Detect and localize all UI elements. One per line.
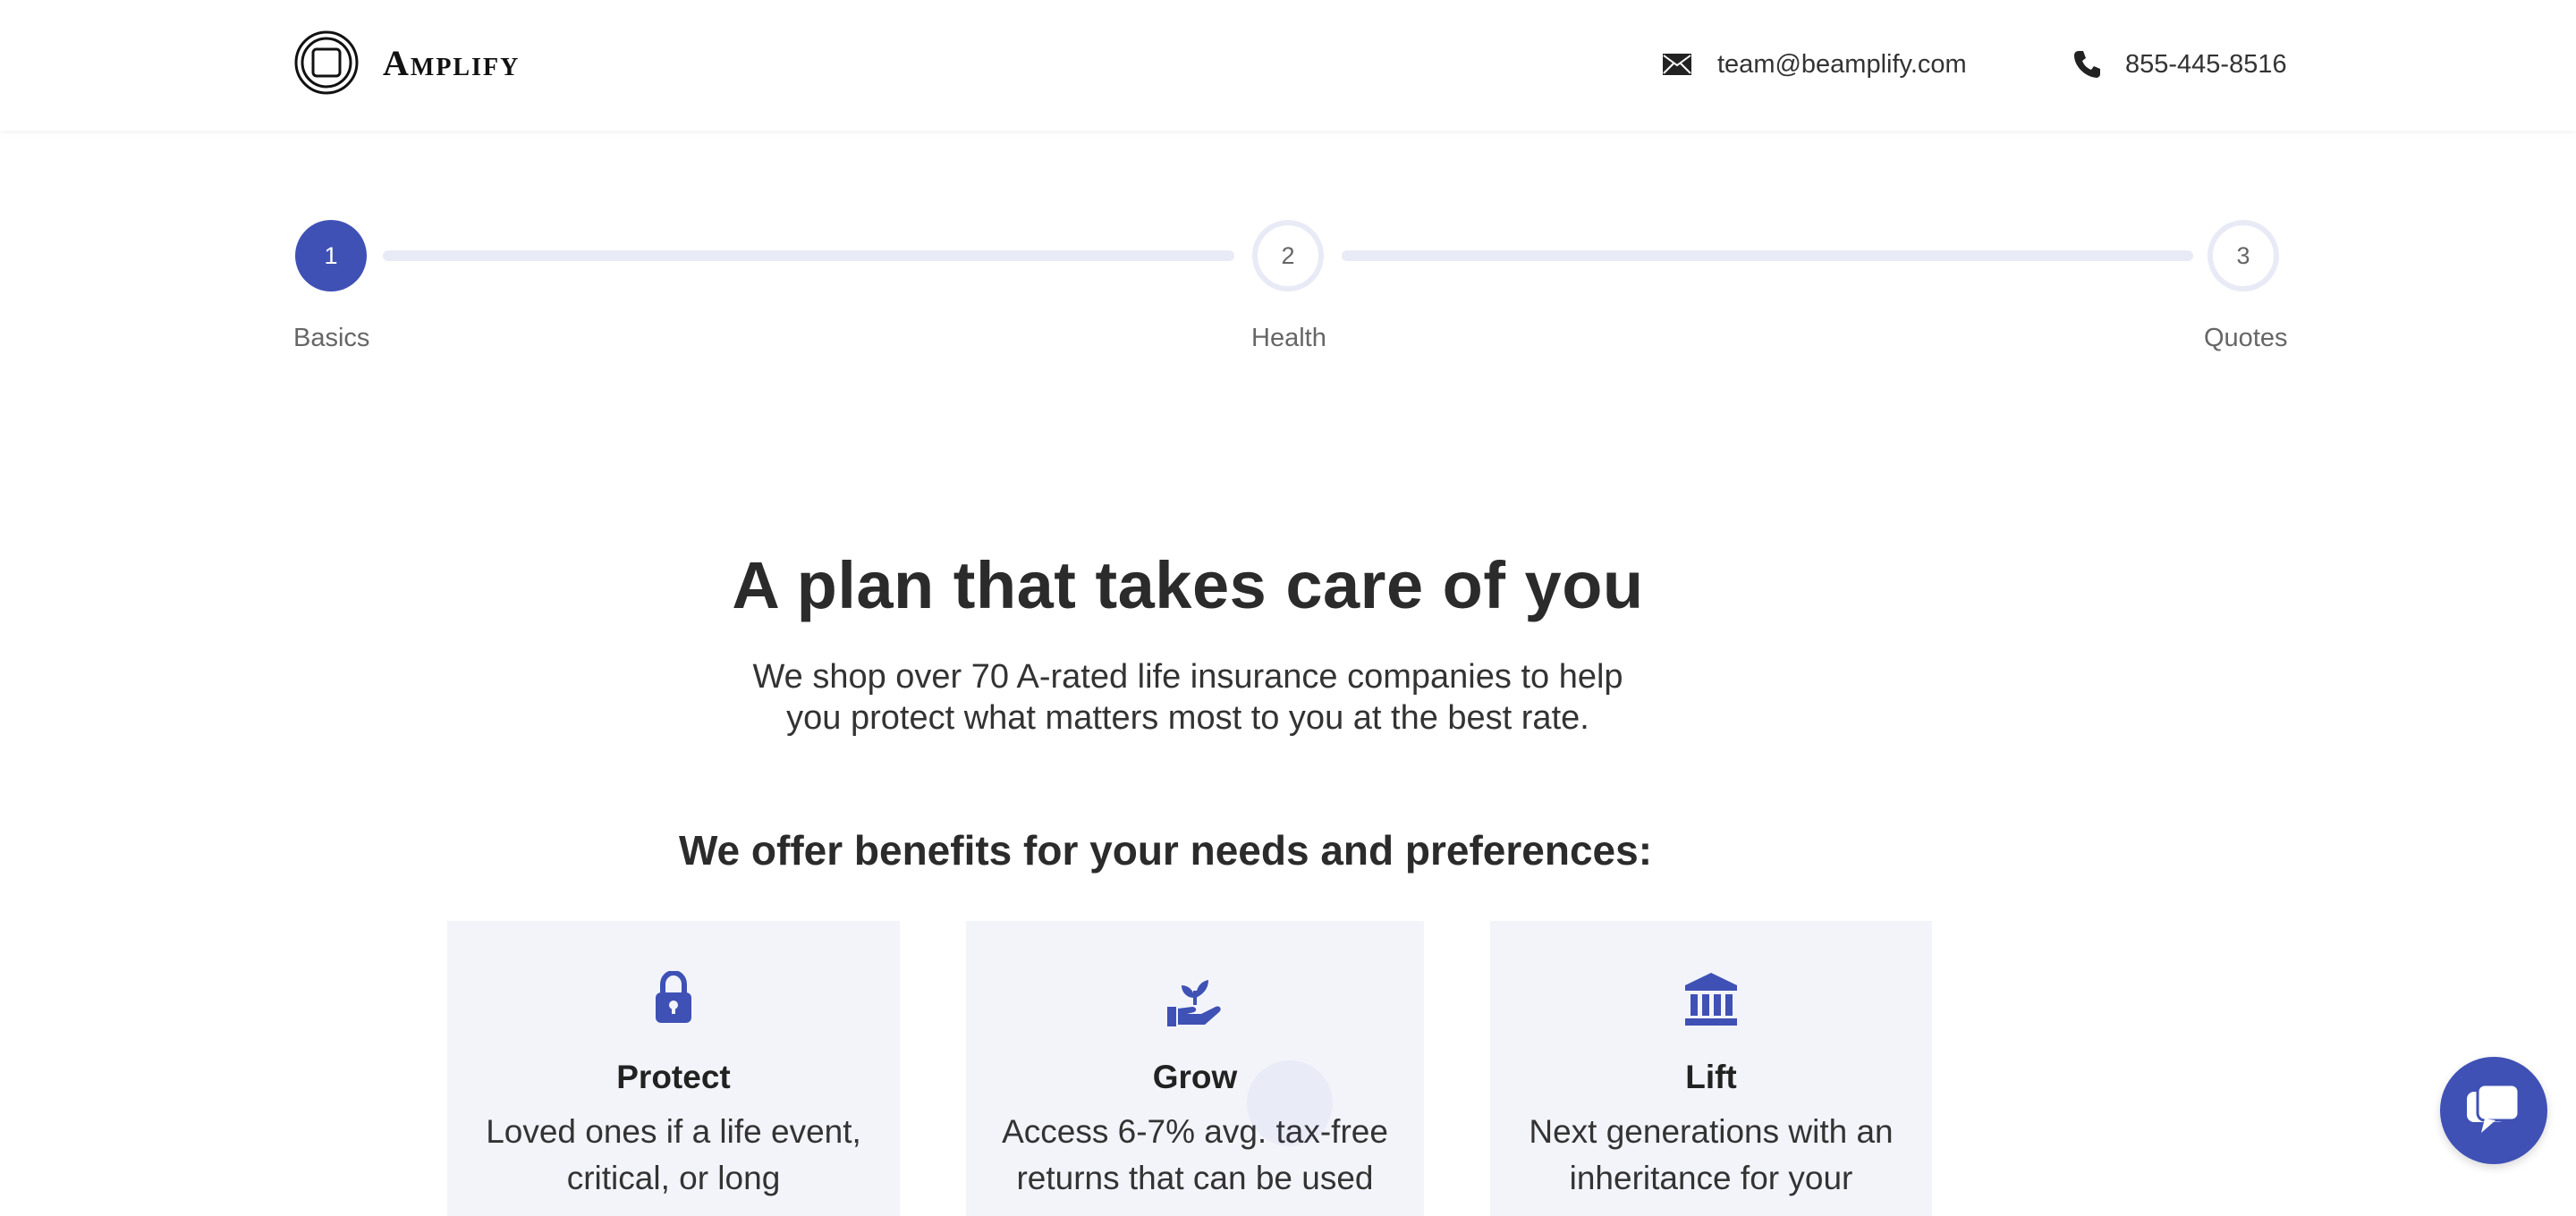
step-2-circle: 2 xyxy=(1252,220,1324,291)
email-address[interactable]: team@beamplify.com xyxy=(1717,50,1967,80)
benefit-card-lift: Lift Next generations with an inheritanc… xyxy=(1490,921,1932,1216)
chat-bubble-icon xyxy=(2467,1083,2521,1133)
scroll-ghost-button xyxy=(1247,1060,1333,1146)
card-description: Next generations with an inheritance for… xyxy=(1529,1113,1894,1196)
phone-number[interactable]: 855-445-8516 xyxy=(2125,50,2287,80)
card-title: Lift xyxy=(1685,1059,1737,1095)
card-title: Grow xyxy=(1152,1059,1238,1095)
step-3-number: 3 xyxy=(2236,241,2250,269)
step-1-number: 1 xyxy=(324,241,338,269)
page-subtitle: We shop over 70 A-rated life insurance c… xyxy=(752,658,1623,737)
step-1-circle: 1 xyxy=(295,220,367,291)
step-3-label: Quotes xyxy=(2204,324,2288,352)
page-title: A plan that takes care of you xyxy=(732,548,1644,622)
chat-launcher-button[interactable] xyxy=(2440,1057,2547,1164)
site-header: Amplify team@beamplify.com 855-445-8516 xyxy=(0,0,2576,131)
step-1-label: Basics xyxy=(293,324,370,352)
step-connector-1 xyxy=(383,250,1234,261)
card-description: Loved ones if a life event, critical, or… xyxy=(486,1113,861,1196)
benefit-card-protect: Protect Loved ones if a life event, crit… xyxy=(447,921,900,1216)
benefit-card-grow: Grow Access 6-7% avg. tax-free returns t… xyxy=(966,921,1424,1216)
phone-contact[interactable]: 855-445-8516 xyxy=(2073,46,2287,82)
bank-icon xyxy=(1685,973,1737,1026)
step-connector-2 xyxy=(1342,250,2193,261)
envelope-icon xyxy=(1663,54,1691,75)
brand-logo[interactable]: Amplify xyxy=(293,29,520,97)
benefits-heading: We offer benefits for your needs and pre… xyxy=(678,827,1653,874)
hand-plant-icon xyxy=(1167,980,1221,1026)
lock-icon xyxy=(656,971,691,1023)
amplify-logo-icon xyxy=(294,30,359,95)
phone-icon xyxy=(2074,51,2100,78)
step-2-label: Health xyxy=(1251,324,1326,352)
email-contact[interactable]: team@beamplify.com xyxy=(1662,46,1967,82)
step-2-number: 2 xyxy=(1281,241,1295,269)
brand-name: Amplify xyxy=(383,42,521,83)
step-3-circle: 3 xyxy=(2207,220,2279,291)
card-title: Protect xyxy=(616,1059,731,1095)
card-description: Access 6-7% avg. tax-free returns that c… xyxy=(1002,1113,1388,1196)
